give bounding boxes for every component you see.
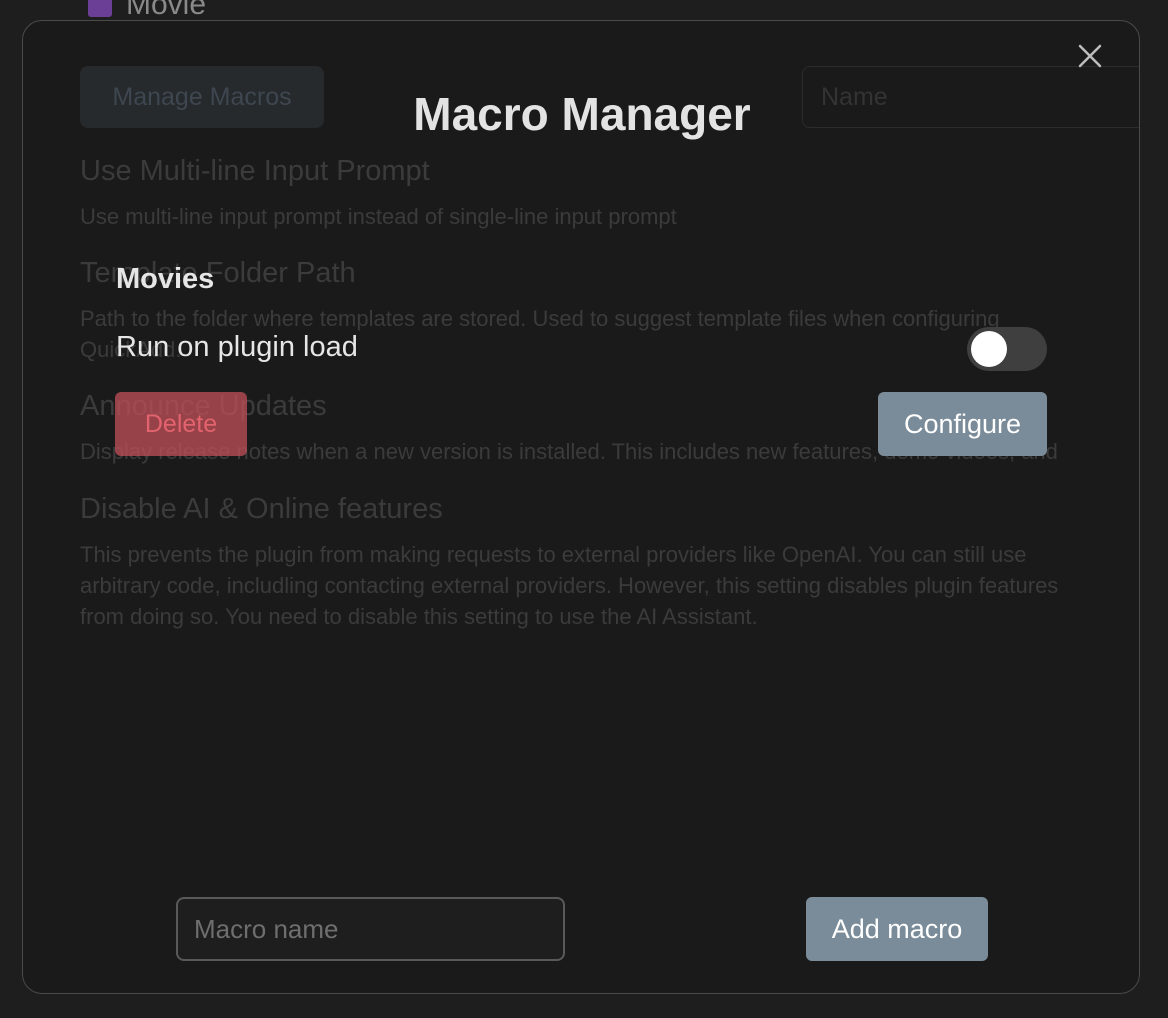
modal-title: Macro Manager (413, 88, 751, 140)
ghost-setting-desc: arbitrary code, includling contacting ex… (80, 573, 1059, 598)
toggle-knob (971, 331, 1007, 367)
macro-name-input[interactable] (176, 897, 565, 961)
note-title-text: Movie (126, 0, 207, 21)
close-icon (1078, 44, 1102, 68)
ghost-setting-desc: from doing so. You need to disable this … (80, 604, 758, 629)
macro-manager-modal: Manage Macros Name Use Multi-line Input … (22, 20, 1140, 994)
add-macro-button[interactable]: Add macro (806, 897, 988, 961)
close-button[interactable] (1075, 41, 1105, 71)
delete-macro-button[interactable]: Delete (115, 392, 247, 456)
background-note-title: Movie (88, 0, 206, 22)
run-on-load-label: Run on plugin load (116, 331, 358, 363)
macro-name-label: Movies (116, 263, 215, 295)
ghost-setting-title: Use Multi-line Input Prompt (80, 155, 430, 187)
ghost-setting-title: Disable AI & Online features (80, 493, 443, 525)
ghost-setting-desc: This prevents the plugin from making req… (80, 542, 1027, 567)
ghost-setting-desc: Path to the folder where templates are s… (80, 306, 1000, 331)
run-on-load-toggle[interactable] (967, 327, 1047, 371)
clapperboard-icon (88, 0, 112, 17)
ghost-setting-desc: Use multi-line input prompt instead of s… (80, 204, 677, 229)
configure-macro-button[interactable]: Configure (878, 392, 1047, 456)
